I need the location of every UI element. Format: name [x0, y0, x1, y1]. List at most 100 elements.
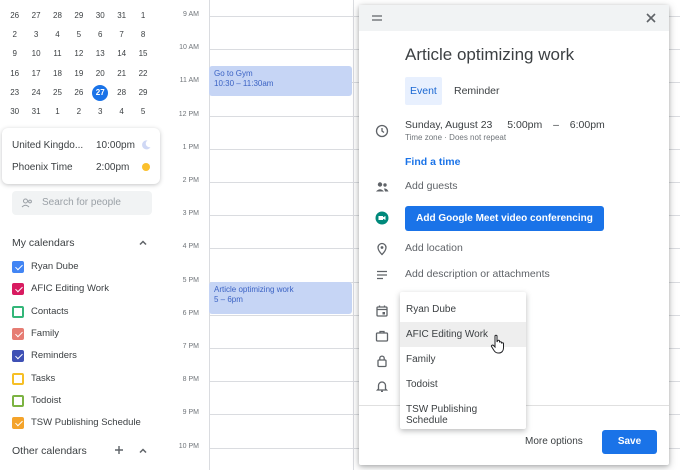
close-icon[interactable] [644, 11, 658, 25]
mini-calendar-day[interactable]: 14 [111, 46, 132, 62]
tab-reminder[interactable]: Reminder [449, 77, 505, 105]
mini-calendar-day[interactable]: 27 [92, 84, 109, 101]
dropdown-option-afic-editing-work[interactable]: AFIC Editing Work [400, 322, 526, 347]
calendar-checkbox[interactable] [12, 394, 24, 407]
mini-calendar-day[interactable]: 31 [25, 104, 46, 120]
editor-header-bar[interactable] [359, 5, 669, 31]
add-google-meet-button[interactable]: Add Google Meet video conferencing [405, 206, 604, 231]
add-location-input[interactable]: Add location [405, 242, 463, 254]
calendar-label: Ryan Dube [31, 261, 79, 272]
mini-calendar: 26 27 28 29 30 31 1 2 3 4 5 6 7 8 9 10 11 12 13 14 15 16 17 18 1… [4, 6, 154, 122]
event-article-optimizing[interactable]: Article optimizing work 5 – 6pm [209, 282, 352, 314]
mini-calendar-day[interactable]: 29 [132, 85, 153, 101]
mini-calendar-day[interactable]: 26 [4, 8, 25, 24]
mini-calendar-day[interactable]: 18 [47, 66, 68, 82]
event-go-to-gym[interactable]: Go to Gym 10:30 – 11:30am [209, 66, 352, 96]
mini-calendar-day[interactable]: 2 [68, 104, 89, 120]
mini-calendar-day[interactable]: 22 [132, 66, 153, 82]
mini-calendar-day[interactable]: 3 [90, 104, 111, 120]
calendar-list-item[interactable]: TSW Publishing Schedule [12, 416, 162, 432]
mini-calendar-day[interactable]: 29 [68, 8, 89, 24]
chevron-up-icon[interactable] [138, 446, 148, 456]
mini-calendar-day[interactable]: 28 [47, 8, 68, 24]
more-options-button[interactable]: More options [525, 436, 583, 447]
mini-calendar-day[interactable]: 27 [25, 8, 46, 24]
calendar-list-item[interactable]: Contacts [12, 305, 162, 321]
calendar-checkbox[interactable] [12, 327, 24, 340]
mini-calendar-day[interactable]: 28 [111, 85, 132, 101]
mini-calendar-day[interactable]: 26 [68, 85, 89, 101]
tab-event[interactable]: Event [405, 77, 442, 105]
calendar-list-item[interactable]: Reminders [12, 349, 162, 365]
calendar-checkbox[interactable] [12, 372, 24, 385]
description-icon [377, 270, 387, 280]
dropdown-option-ryan-dube[interactable]: Ryan Dube [400, 297, 526, 322]
calendar-list-item[interactable]: Ryan Dube [12, 260, 162, 276]
calendar-label: TSW Publishing Schedule [31, 417, 141, 429]
other-calendars-title[interactable]: Other calendars [12, 445, 87, 457]
mini-calendar-day[interactable]: 30 [4, 104, 25, 120]
mini-calendar-week: 30 31 1 2 3 4 5 [4, 102, 154, 121]
mini-calendar-day[interactable]: 21 [111, 66, 132, 82]
mini-calendar-day[interactable]: 30 [90, 8, 111, 24]
mini-calendar-day[interactable]: 12 [68, 46, 89, 62]
add-icon[interactable] [114, 445, 124, 455]
mini-calendar-day[interactable]: 1 [47, 104, 68, 120]
event-title-input[interactable]: Article optimizing work [405, 45, 574, 65]
mini-calendar-day[interactable]: 7 [111, 27, 132, 43]
mini-calendar-day[interactable]: 24 [25, 85, 46, 101]
event-date[interactable]: Sunday, August 23 [405, 119, 492, 131]
dropdown-option-todoist[interactable]: Todoist [400, 372, 526, 397]
mini-calendar-day[interactable]: 20 [90, 66, 111, 82]
dropdown-option-tsw-publishing[interactable]: TSW Publishing Schedule [400, 397, 526, 426]
mini-calendar-day[interactable]: 8 [132, 27, 153, 43]
calendar-checkbox[interactable] [12, 261, 24, 273]
calendar-list-item[interactable]: AFIC Editing Work [12, 282, 162, 298]
mini-calendar-day[interactable]: 25 [47, 85, 68, 101]
mini-calendar-day[interactable]: 23 [4, 85, 25, 101]
drag-handle-icon[interactable] [372, 15, 382, 21]
event-start-time[interactable]: 5:00pm [507, 119, 542, 131]
mini-calendar-day[interactable]: 15 [132, 46, 153, 62]
calendar-list-item[interactable]: Tasks [12, 372, 162, 388]
my-calendars-title[interactable]: My calendars [12, 237, 74, 249]
event-end-time[interactable]: 6:00pm [570, 119, 605, 131]
mini-calendar-day[interactable]: 13 [90, 46, 111, 62]
sidebar: 26 27 28 29 30 31 1 2 3 4 5 6 7 8 9 10 11 12 13 14 15 16 17 18 1… [0, 0, 165, 470]
grid-divider [353, 0, 354, 470]
calendar-list-item[interactable]: Todoist [12, 394, 162, 410]
search-people-input[interactable]: Search for people [12, 191, 152, 215]
timezone-row-phoenix: Phoenix Time 2:00pm [12, 160, 158, 176]
mini-calendar-day[interactable]: 5 [132, 104, 153, 120]
mini-calendar-day[interactable]: 31 [111, 8, 132, 24]
mini-calendar-day[interactable]: 9 [4, 46, 25, 62]
mini-calendar-day[interactable]: 4 [47, 27, 68, 43]
dropdown-option-family[interactable]: Family [400, 347, 526, 372]
mini-calendar-day[interactable]: 3 [25, 27, 46, 43]
calendar-checkbox[interactable] [12, 305, 24, 318]
mini-calendar-day[interactable]: 19 [68, 66, 89, 82]
mini-calendar-day[interactable]: 10 [25, 46, 46, 62]
chevron-up-icon[interactable] [138, 238, 148, 248]
mini-calendar-day[interactable]: 16 [4, 66, 25, 82]
mini-calendar-day[interactable]: 11 [47, 46, 68, 62]
mini-calendar-day[interactable]: 1 [132, 8, 153, 24]
hand-cursor-icon [490, 334, 504, 354]
add-description-input[interactable]: Add description or attachments [405, 268, 550, 280]
timezone-row-uk: United Kingdo... 10:00pm [12, 138, 158, 154]
event-datetime[interactable]: Sunday, August 23 5:00pm – 6:00pm [405, 119, 605, 131]
timezone-repeat-note[interactable]: Time zone · Does not repeat [405, 133, 506, 142]
calendar-checkbox[interactable] [12, 283, 24, 296]
save-button[interactable]: Save [602, 430, 657, 454]
mini-calendar-day[interactable]: 6 [90, 27, 111, 43]
add-guests-input[interactable]: Add guests [405, 180, 458, 192]
mini-calendar-day[interactable]: 2 [4, 27, 25, 43]
find-a-time-link[interactable]: Find a time [405, 156, 460, 168]
mini-calendar-day[interactable]: 4 [111, 104, 132, 120]
calendar-list-item[interactable]: Family [12, 327, 162, 343]
mini-calendar-day[interactable]: 5 [68, 27, 89, 43]
calendar-checkbox[interactable] [12, 417, 24, 430]
calendar-select-dropdown[interactable]: Ryan Dube AFIC Editing Work Family Todoi… [400, 292, 526, 429]
calendar-checkbox[interactable] [12, 350, 24, 363]
mini-calendar-day[interactable]: 17 [25, 66, 46, 82]
